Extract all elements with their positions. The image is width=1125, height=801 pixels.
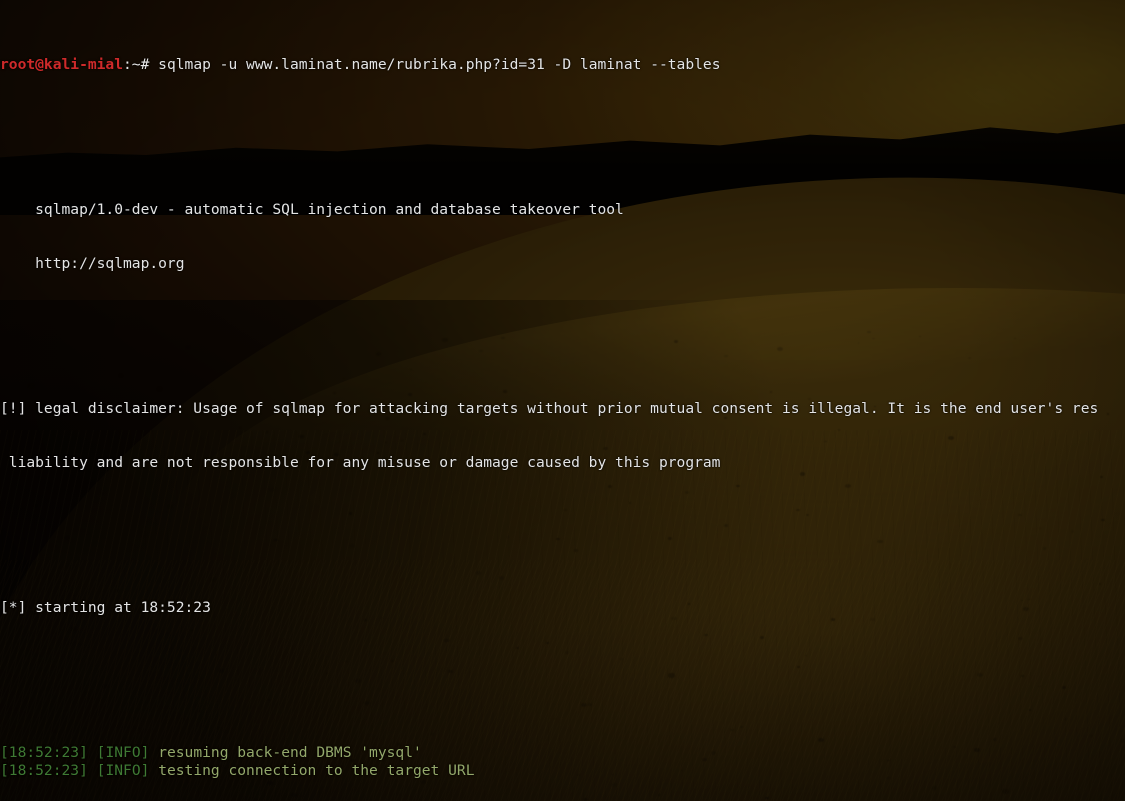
log-space [149,744,158,761]
banner-url: http://sqlmap.org [0,255,185,273]
log-space [88,744,97,761]
log-space [149,762,158,779]
log-line: [18:52:23] [INFO] testing connection to … [0,762,1125,780]
legal-disclaimer-line-1: [!] legal disclaimer: Usage of sqlmap fo… [0,400,1099,418]
legal-disclaimer-line-2: liability and are not responsible for an… [0,454,721,472]
banner-version: sqlmap/1.0-dev - automatic SQL injection… [0,201,624,219]
prompt-user-host: root@kali-mial [0,56,124,74]
log-block-top: [18:52:23] [INFO] resuming back-end DBMS… [0,744,1125,780]
starting-line: [*] starting at 18:52:23 [0,599,211,617]
log-line: [18:52:23] [INFO] resuming back-end DBMS… [0,744,1125,762]
prompt-line: root@kali-mial:~# sqlmap -u www.laminat.… [0,56,1125,74]
prompt-symbol: :~# [123,56,159,74]
log-message: testing connection to the target URL [158,761,475,779]
terminal-output[interactable]: root@kali-mial:~# sqlmap -u www.laminat.… [0,0,1125,801]
log-level-tag: [INFO] [96,761,150,779]
log-timestamp: [18:52:23] [0,761,88,779]
log-timestamp: [18:52:23] [0,743,88,761]
terminal-window: root@kali-mial:~# sqlmap -u www.laminat.… [0,0,1125,801]
prompt-command: sqlmap -u www.laminat.name/rubrika.php?i… [158,56,721,74]
log-message: resuming back-end DBMS 'mysql' [158,743,422,761]
log-space [88,762,97,779]
log-level-tag: [INFO] [96,743,150,761]
